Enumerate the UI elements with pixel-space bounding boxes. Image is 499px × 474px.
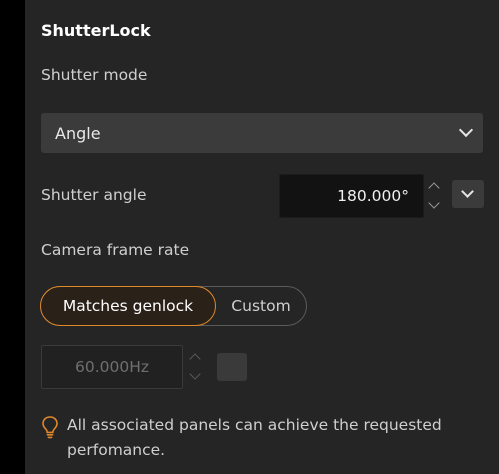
decrement-arrow-icon[interactable] xyxy=(425,196,443,216)
shutterlock-panel: ShutterLock Shutter mode Angle Shutter a… xyxy=(25,0,499,474)
shutter-angle-stepper[interactable] xyxy=(425,174,443,218)
frame-rate-preset-dropdown xyxy=(217,353,247,381)
increment-arrow-icon[interactable] xyxy=(425,176,443,196)
shutter-mode-value: Angle xyxy=(55,123,101,143)
frame-rate-input: 60.000Hz xyxy=(41,345,183,389)
chevron-down-icon xyxy=(458,122,474,138)
frame-rate-stepper xyxy=(186,345,204,389)
custom-option[interactable]: Custom xyxy=(216,287,306,325)
shutter-angle-label: Shutter angle xyxy=(41,186,147,204)
shutter-angle-preset-dropdown[interactable] xyxy=(452,180,484,208)
shutter-angle-input[interactable]: 180.000° xyxy=(279,174,424,218)
panel-title: ShutterLock xyxy=(41,21,151,40)
decrement-arrow-icon xyxy=(186,367,204,387)
frame-rate-mode-toggle: Matches genlock Custom xyxy=(40,286,307,326)
performance-note-text: All associated panels can achieve the re… xyxy=(67,416,442,459)
matches-genlock-option[interactable]: Matches genlock xyxy=(40,286,216,326)
increment-arrow-icon xyxy=(186,347,204,367)
lightbulb-icon xyxy=(42,416,58,439)
shutter-mode-select[interactable]: Angle xyxy=(41,113,483,153)
camera-frame-rate-label: Camera frame rate xyxy=(41,241,190,259)
chevron-down-icon xyxy=(461,185,474,198)
performance-note: All associated panels can achieve the re… xyxy=(41,413,481,463)
shutter-mode-label: Shutter mode xyxy=(41,66,148,84)
